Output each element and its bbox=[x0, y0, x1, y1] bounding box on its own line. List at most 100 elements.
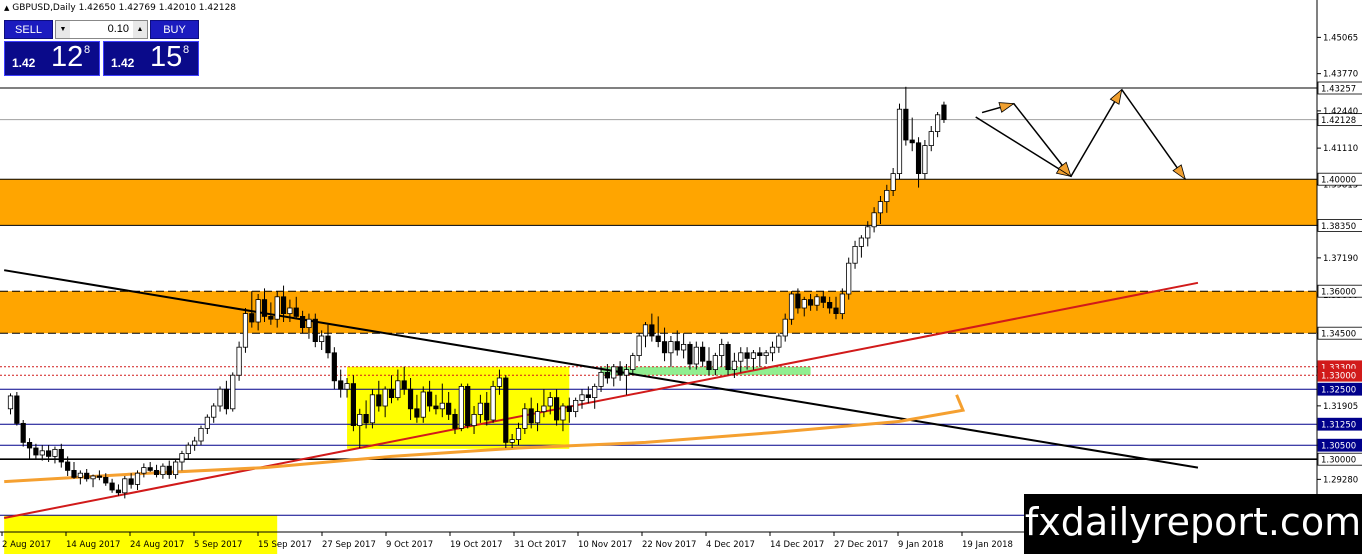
candle-body-63 bbox=[407, 388, 414, 410]
candle-body-138 bbox=[884, 189, 890, 202]
level-label-8: 1.32500 bbox=[1321, 386, 1356, 396]
candle-body-97 bbox=[623, 369, 630, 376]
collapse-triangle-icon[interactable]: ▲ bbox=[4, 4, 9, 12]
y-tick-label-12: 1.29280 bbox=[1323, 475, 1358, 485]
candle-body-84 bbox=[541, 405, 547, 412]
candle-body-66 bbox=[426, 391, 433, 407]
candle-body-122 bbox=[782, 318, 788, 337]
candle-body-0 bbox=[7, 395, 14, 410]
level-label-1: 1.42128 bbox=[1321, 116, 1356, 126]
candle-body-76 bbox=[490, 385, 496, 421]
candle-body-74 bbox=[477, 402, 484, 415]
candle-body-22 bbox=[147, 467, 153, 471]
candle-body-71 bbox=[458, 385, 464, 429]
candle-body-88 bbox=[566, 405, 572, 412]
one-click-trade-panel: SELL ▼ 0.10 ▲ BUY 1.42 12 8 1.42 15 8 bbox=[4, 20, 199, 76]
lot-up-icon[interactable]: ▲ bbox=[133, 21, 147, 38]
candle-body-67 bbox=[433, 405, 439, 410]
candle-body-56 bbox=[363, 413, 369, 424]
candle-body-13 bbox=[90, 475, 96, 480]
candle-body-72 bbox=[465, 385, 471, 426]
sell-button[interactable]: SELL bbox=[4, 20, 53, 39]
candle-body-114 bbox=[731, 360, 738, 371]
candle-body-20 bbox=[134, 472, 141, 485]
candle-body-83 bbox=[534, 411, 541, 424]
level-label-0: 1.43257 bbox=[1321, 85, 1356, 95]
level-label-3: 1.38350 bbox=[1321, 222, 1356, 232]
buy-button[interactable]: BUY bbox=[150, 20, 199, 39]
candle-body-47 bbox=[306, 318, 312, 329]
candle-body-48 bbox=[312, 318, 318, 343]
candle-body-137 bbox=[877, 201, 884, 214]
candle-body-116 bbox=[744, 352, 750, 359]
lot-size-value[interactable]: 0.10 bbox=[72, 21, 131, 38]
candle-body-100 bbox=[642, 324, 649, 337]
candle-body-10 bbox=[71, 469, 77, 478]
zone-yellow-range-oct bbox=[347, 366, 570, 449]
x-tick-label-4: 15 Sep 2017 bbox=[258, 540, 312, 550]
candle-body-7 bbox=[52, 448, 58, 457]
candle-body-68 bbox=[439, 402, 445, 410]
candle-body-130 bbox=[833, 307, 839, 314]
candle-body-75 bbox=[484, 402, 490, 421]
level-label-4: 1.36000 bbox=[1321, 288, 1356, 298]
candle-body-128 bbox=[820, 296, 826, 303]
candle-body-41 bbox=[268, 315, 274, 320]
chart-title: ▲ GBPUSD,Daily 1.42650 1.42769 1.42010 1… bbox=[4, 3, 236, 13]
candle-body-32 bbox=[211, 405, 217, 418]
candle-body-2 bbox=[20, 422, 26, 443]
candle-body-91 bbox=[585, 394, 591, 398]
candle-body-118 bbox=[757, 352, 763, 356]
candle-body-6 bbox=[46, 450, 52, 457]
sell-price-big: 12 bbox=[51, 41, 84, 73]
buy-price-sup: 8 bbox=[183, 44, 190, 56]
x-tick-label-9: 10 Nov 2017 bbox=[578, 540, 632, 550]
candle-body-3 bbox=[26, 441, 33, 449]
candle-body-4 bbox=[33, 447, 39, 456]
sell-price-box[interactable]: 1.42 12 8 bbox=[4, 41, 100, 76]
candle-body-15 bbox=[103, 476, 109, 484]
x-tick-label-10: 22 Nov 2017 bbox=[642, 540, 696, 550]
candle-body-106 bbox=[681, 343, 687, 351]
y-tick-label-3: 1.41110 bbox=[1323, 144, 1358, 154]
x-tick-label-13: 27 Dec 2017 bbox=[834, 540, 888, 550]
candle-body-57 bbox=[369, 394, 376, 424]
candle-body-120 bbox=[769, 346, 776, 354]
candle-body-126 bbox=[808, 299, 814, 306]
candle-body-89 bbox=[573, 399, 579, 412]
candle-body-115 bbox=[738, 352, 744, 362]
candle-body-101 bbox=[649, 324, 655, 337]
buy-price-box[interactable]: 1.42 15 8 bbox=[103, 41, 199, 76]
candle-body-50 bbox=[325, 335, 331, 354]
lot-size-stepper[interactable]: ▼ 0.10 ▲ bbox=[55, 20, 148, 39]
y-tick-label-0: 1.45065 bbox=[1323, 33, 1358, 43]
candle-body-51 bbox=[331, 352, 337, 382]
candle-body-92 bbox=[592, 385, 598, 398]
candle-body-25 bbox=[166, 465, 172, 476]
candle-body-109 bbox=[700, 346, 706, 362]
level-label-7: 1.33000 bbox=[1321, 372, 1356, 382]
level-label-10: 1.30500 bbox=[1321, 442, 1356, 452]
candle-body-11 bbox=[77, 472, 83, 478]
candle-body-64 bbox=[414, 408, 420, 418]
candle-body-143 bbox=[915, 142, 922, 175]
candle-body-59 bbox=[382, 388, 388, 407]
x-tick-label-1: 14 Aug 2017 bbox=[66, 540, 120, 550]
candle-body-99 bbox=[636, 335, 642, 357]
candle-body-17 bbox=[115, 489, 122, 494]
candle-body-34 bbox=[223, 388, 229, 410]
candle-body-140 bbox=[896, 108, 903, 174]
candle-body-42 bbox=[274, 296, 280, 320]
candle-body-86 bbox=[554, 397, 560, 421]
candle-body-62 bbox=[401, 380, 407, 390]
lot-down-icon[interactable]: ▼ bbox=[56, 21, 70, 38]
candle-body-111 bbox=[712, 355, 718, 371]
candle-body-125 bbox=[801, 299, 807, 309]
level-label-11: 1.30000 bbox=[1321, 456, 1356, 466]
candle-body-110 bbox=[706, 360, 712, 371]
price-chart[interactable]: 1.450651.437701.424401.411101.398151.383… bbox=[0, 0, 1362, 554]
candle-body-49 bbox=[319, 335, 325, 342]
x-tick-label-15: 19 Jan 2018 bbox=[962, 540, 1013, 550]
candle-body-19 bbox=[128, 478, 134, 485]
candle-body-112 bbox=[719, 343, 725, 356]
